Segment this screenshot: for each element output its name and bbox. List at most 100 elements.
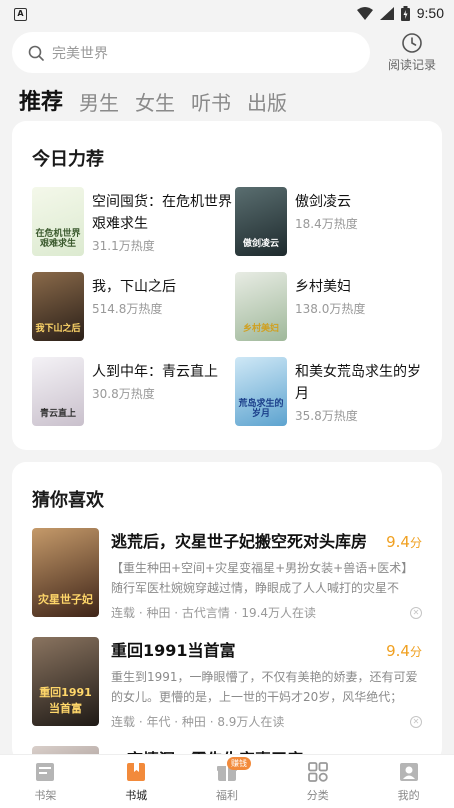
bottom-nav: 书架 书城 赚钱 福利 分类 我的 xyxy=(0,754,454,808)
status-bar: A 9:50 xyxy=(0,0,454,26)
tab-audiobook[interactable]: 听书 xyxy=(191,87,231,116)
dismiss-icon[interactable]: ✕ xyxy=(410,715,422,728)
nav-label: 书架 xyxy=(34,788,57,802)
recommend-info: 傲剑凌云 18.4万热度 xyxy=(295,187,358,256)
book-heat: 514.8万热度 xyxy=(92,302,163,316)
nav-label: 分类 xyxy=(306,788,329,802)
book-heat: 30.8万热度 xyxy=(92,387,155,401)
cover-title: 在危机世界艰难求生 xyxy=(35,229,81,250)
guess-list: 灾星世子妃 逃荒后，灾星世子妃搬空死对头库房 9.4分 【重生种田+空间+灾星变… xyxy=(32,528,422,762)
reading-history-button[interactable]: 阅读记录 xyxy=(382,32,442,73)
book-cover: 我下山之后 xyxy=(32,272,84,341)
tab-male[interactable]: 男生 xyxy=(79,87,119,116)
signal-icon xyxy=(379,6,394,20)
recommend-book[interactable]: 乡村美妇 乡村美妇 138.0万热度 xyxy=(235,272,422,341)
nav-bookshelf[interactable]: 书架 xyxy=(0,755,91,808)
nav-label: 我的 xyxy=(397,788,420,802)
dismiss-icon[interactable]: ✕ xyxy=(410,606,422,619)
book-cover: 重回1991当首富 xyxy=(32,637,99,726)
book-meta-text: 连载 · 年代 · 种田 · 8.9万人在读 xyxy=(111,715,285,729)
nav-profile[interactable]: 我的 xyxy=(363,755,454,808)
book-title: 逃荒后，灾星世子妃搬空死对头库房 xyxy=(111,532,368,551)
bookshelf-icon xyxy=(36,762,55,781)
book-title: 乡村美妇 xyxy=(295,279,351,295)
earn-badge: 赚钱 xyxy=(226,757,251,770)
recommend-info: 乡村美妇 138.0万热度 xyxy=(295,272,365,341)
book-title: 傲剑凌云 xyxy=(295,194,351,210)
nav-bookstore[interactable]: 书城 xyxy=(91,755,182,808)
book-title: 人到中年：青云直上 xyxy=(92,364,218,380)
book-description: 【重生种田+空间+灾星变福星+男扮女装+兽语+医术】随行军医杜婉婉穿越过情，睁眼… xyxy=(111,561,414,595)
notification-app-icon: A xyxy=(14,8,27,21)
cover-title: 灾星世子妃 xyxy=(38,593,93,606)
cover-title: 傲剑凌云 xyxy=(242,239,279,250)
recommend-book[interactable]: 在危机世界艰难求生 空间囤货：在危机世界艰难求生 31.1万热度 xyxy=(32,187,235,256)
book-meta-text: 连载 · 种田 · 古代言情 · 19.4万人在读 xyxy=(111,606,317,620)
nav-welfare[interactable]: 赚钱 福利 xyxy=(182,755,273,808)
cover-title: 乡村美妇 xyxy=(242,324,279,335)
book-heat: 138.0万热度 xyxy=(295,302,366,316)
reading-history-label: 阅读记录 xyxy=(387,58,436,72)
search-placeholder: 完美世界 xyxy=(52,45,108,62)
recommend-info: 和美女荒岛求生的岁月 35.8万热度 xyxy=(295,357,422,426)
recommend-info: 人到中年：青云直上 30.8万热度 xyxy=(92,357,218,426)
bookstore-icon xyxy=(127,762,146,781)
book-cover: 傲剑凌云 xyxy=(235,187,287,256)
book-title: 重回1991当首富 xyxy=(111,641,236,660)
tab-female[interactable]: 女生 xyxy=(135,87,175,116)
nav-category[interactable]: 分类 xyxy=(272,755,363,808)
clock-icon xyxy=(402,33,422,53)
category-tabs: 推荐 男生 女生 听书 出版 xyxy=(0,76,454,116)
book-description: 重生到1991，一睁眼懵了，不仅有美艳的娇妻，还有可爱的女儿。更懵的是，上一世的… xyxy=(111,670,418,704)
search-input[interactable]: 完美世界 xyxy=(12,32,370,73)
book-info: 逃荒后，灾星世子妃搬空死对头库房 9.4分 【重生种田+空间+灾星变福星+男扮女… xyxy=(111,528,422,621)
book-header: 重回1991当首富 9.4分 xyxy=(111,637,422,661)
book-cover: 在危机世界艰难求生 xyxy=(32,187,84,256)
book-heat: 31.1万热度 xyxy=(92,239,155,253)
recommend-info: 我，下山之后 514.8万热度 xyxy=(92,272,176,341)
recommend-book[interactable]: 傲剑凌云 傲剑凌云 18.4万热度 xyxy=(235,187,422,256)
search-icon xyxy=(28,45,44,61)
book-cover: 灾星世子妃 xyxy=(32,528,99,617)
profile-icon xyxy=(399,762,418,781)
book-meta: 连载 · 种田 · 古代言情 · 19.4万人在读 ✕ xyxy=(111,604,422,621)
status-time: 9:50 xyxy=(416,5,444,21)
cover-title: 我下山之后 xyxy=(35,324,81,335)
recommend-book[interactable]: 荒岛求生的岁月 和美女荒岛求生的岁月 35.8万热度 xyxy=(235,357,422,426)
recommend-book[interactable]: 我下山之后 我，下山之后 514.8万热度 xyxy=(32,272,235,341)
recommend-grid: 在危机世界艰难求生 空间囤货：在危机世界艰难求生 31.1万热度 傲剑凌云 傲剑… xyxy=(32,187,422,426)
list-item[interactable]: 重回1991当首富 重回1991当首富 9.4分 重生到1991，一睁眼懵了，不… xyxy=(32,637,422,730)
wifi-icon xyxy=(356,6,373,20)
top-row: 完美世界 阅读记录 xyxy=(0,26,454,76)
nav-label: 书城 xyxy=(125,788,148,802)
book-cover: 乡村美妇 xyxy=(235,272,287,341)
book-score: 9.4分 xyxy=(386,533,422,551)
tab-recommend[interactable]: 推荐 xyxy=(19,84,63,116)
book-header: 逃荒后，灾星世子妃搬空死对头库房 9.4分 xyxy=(111,528,422,552)
recommend-book[interactable]: 青云直上 人到中年：青云直上 30.8万热度 xyxy=(32,357,235,426)
book-heat: 35.8万热度 xyxy=(295,409,358,423)
today-recommend-card: 今日力荐 在危机世界艰难求生 空间囤货：在危机世界艰难求生 31.1万热度 傲剑… xyxy=(12,121,442,450)
book-score: 9.4分 xyxy=(386,642,422,660)
guess-you-like-card: 猜你喜欢 灾星世子妃 逃荒后，灾星世子妃搬空死对头库房 9.4分 【重生种田+空… xyxy=(12,462,442,762)
book-meta: 连载 · 年代 · 种田 · 8.9万人在读 ✕ xyxy=(111,713,422,730)
section-title: 猜你喜欢 xyxy=(32,490,104,511)
status-right: 9:50 xyxy=(356,5,444,21)
battery-icon xyxy=(400,5,410,21)
tab-published[interactable]: 出版 xyxy=(247,87,287,116)
book-heat: 18.4万热度 xyxy=(295,217,358,231)
nav-label: 福利 xyxy=(215,788,238,802)
status-left: A xyxy=(14,5,27,21)
book-title: 和美女荒岛求生的岁月 xyxy=(295,364,421,402)
book-title: 空间囤货：在危机世界艰难求生 xyxy=(92,194,232,232)
category-icon xyxy=(307,761,328,782)
cover-title: 青云直上 xyxy=(39,409,76,420)
section-title: 今日力荐 xyxy=(32,149,104,170)
cover-title: 荒岛求生的岁月 xyxy=(238,399,284,420)
book-cover: 青云直上 xyxy=(32,357,84,426)
book-cover: 荒岛求生的岁月 xyxy=(235,357,287,426)
recommend-info: 空间囤货：在危机世界艰难求生 31.1万热度 xyxy=(92,187,235,256)
cover-title: 重回1991当首富 xyxy=(39,686,92,715)
list-item[interactable]: 灾星世子妃 逃荒后，灾星世子妃搬空死对头库房 9.4分 【重生种田+空间+灾星变… xyxy=(32,528,422,621)
book-info: 重回1991当首富 9.4分 重生到1991，一睁眼懵了，不仅有美艳的娇妻，还有… xyxy=(111,637,422,730)
